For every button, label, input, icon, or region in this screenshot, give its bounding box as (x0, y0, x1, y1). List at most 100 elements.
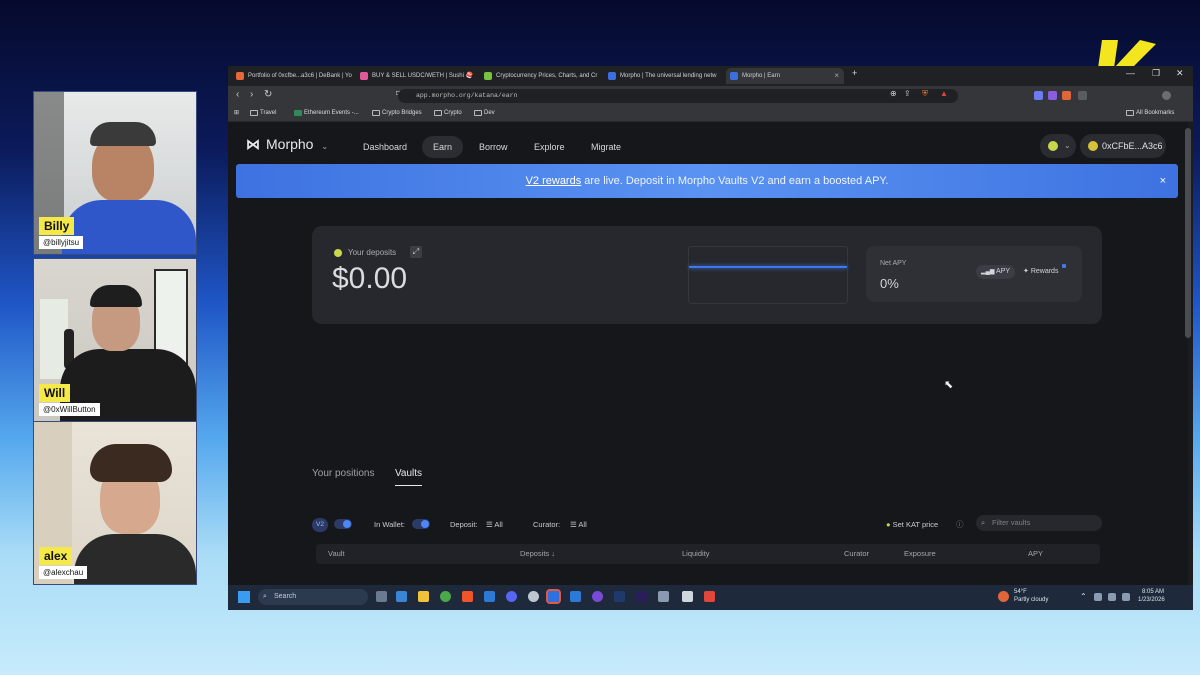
close-icon[interactable]: × (1160, 164, 1166, 198)
url-bar[interactable]: app.morpho.org/katana/earn (398, 89, 958, 103)
v2-rewards-link[interactable]: V2 rewards (526, 175, 582, 187)
katana-icon: ● (886, 520, 891, 529)
extension-icon[interactable] (1078, 91, 1087, 100)
taskbar-search[interactable]: ⌕ Search (258, 589, 368, 605)
close-window-button[interactable]: ✕ (1176, 68, 1184, 79)
folder-icon (1126, 110, 1134, 116)
tab-vaults[interactable]: Vaults (395, 468, 423, 486)
browser-tab[interactable]: BUY & SELL USDC/WETH | Sushi 🍣 (356, 68, 478, 84)
set-kat-price-label: Set KAT price (892, 520, 939, 529)
rewards-triangle-icon[interactable]: ▲ (940, 89, 948, 98)
extension-icon[interactable] (1062, 91, 1071, 100)
browser-tab[interactable]: Cryptocurrency Prices, Charts, and Cr (480, 68, 602, 84)
column-curator[interactable]: Curator (844, 549, 869, 558)
nav-earn[interactable]: Earn (422, 136, 464, 158)
extension-icon[interactable] (1048, 91, 1057, 100)
participant-tile-will: Will @0xWillButton (33, 258, 197, 422)
vscode-icon[interactable] (570, 591, 581, 602)
forward-icon[interactable]: › (250, 89, 253, 100)
expand-icon[interactable]: ⤢ (410, 246, 422, 258)
apy-toggle-button[interactable]: ▂▄▆ APY (976, 265, 1016, 279)
tab-label: Morpho | Earn (742, 73, 780, 79)
nav-explore[interactable]: Explore (534, 136, 565, 158)
deposits-card: Your deposits ⤢ $0.00 Net APY 0% ▂▄▆ APY… (312, 226, 1102, 324)
close-tab-icon[interactable]: × (834, 68, 839, 84)
bookmark-folder[interactable]: Travel (250, 108, 276, 119)
share-icon[interactable]: ⇪ (904, 89, 911, 98)
in-wallet-toggle[interactable] (412, 519, 430, 529)
clock-time: 8:05 AM (1142, 589, 1165, 595)
scrollbar[interactable] (1185, 128, 1191, 338)
apps-icon[interactable]: ⊞ (234, 108, 239, 119)
brave-icon[interactable] (462, 591, 473, 602)
maximize-button[interactable]: ❐ (1152, 68, 1160, 79)
reload-icon[interactable]: ↻ (264, 89, 272, 100)
rewards-toggle-button[interactable]: ✦ Rewards (1018, 265, 1063, 279)
deposit-filter[interactable]: ☰ All (486, 518, 503, 532)
chrome-icon[interactable] (440, 591, 451, 602)
nav-dashboard[interactable]: Dashboard (363, 136, 407, 158)
browser-tab[interactable]: Morpho | The universal lending netw (604, 68, 726, 84)
task-view-icon[interactable] (376, 591, 387, 602)
rewards-indicator-dot (1062, 264, 1066, 268)
app-icon[interactable] (704, 591, 715, 602)
mail-icon[interactable] (484, 591, 495, 602)
app-icon[interactable] (528, 591, 539, 602)
bookmark-link[interactable]: Ethereum Events -... (294, 108, 359, 119)
set-kat-price-button[interactable]: ● Set KAT price (886, 518, 938, 532)
brand-logo[interactable]: ⋈ Morpho ⌄ (246, 136, 328, 153)
premiere-icon[interactable] (636, 591, 647, 602)
site-icon (294, 110, 302, 116)
all-bookmarks[interactable]: All Bookmarks (1126, 108, 1174, 119)
minimize-button[interactable]: — (1126, 68, 1135, 78)
deposit-filter-label: Deposit: (450, 520, 478, 529)
browser-tab[interactable]: Portfolio of 0xcfbe...a3c6 | DeBank | Yo (232, 68, 354, 84)
search-icon: ⌕ (263, 593, 267, 600)
banner-text: are live. Deposit in Morpho Vaults V2 an… (581, 175, 889, 187)
nav-borrow[interactable]: Borrow (479, 136, 508, 158)
windows-start-icon[interactable] (238, 591, 250, 603)
app-icon[interactable] (658, 591, 669, 602)
new-tab-button[interactable]: + (852, 68, 857, 78)
zoom-icon[interactable]: ⊕ (890, 89, 897, 98)
network-selector[interactable]: ⌄ (1040, 134, 1076, 158)
tab-your-positions[interactable]: Your positions (312, 468, 374, 479)
active-app-icon[interactable] (546, 589, 561, 604)
column-vault[interactable]: Vault (328, 549, 345, 558)
photoshop-icon[interactable] (614, 591, 625, 602)
widgets-icon[interactable] (396, 591, 407, 602)
filter-vaults-input[interactable]: ⌕ Filter vaults (976, 515, 1102, 531)
speaker-icon[interactable] (1122, 593, 1130, 601)
column-deposits[interactable]: Deposits ↓ (520, 549, 555, 558)
curator-filter[interactable]: ☰ All (570, 518, 587, 532)
nav-migrate[interactable]: Migrate (591, 136, 621, 158)
help-icon[interactable]: ⓘ (956, 518, 964, 532)
bookmark-folder[interactable]: Crypto (434, 108, 462, 119)
profile-icon[interactable] (1162, 91, 1171, 100)
favicon-icon (484, 72, 492, 80)
chevron-up-icon[interactable]: ⌃ (1080, 592, 1087, 601)
extension-icon[interactable] (1034, 91, 1043, 100)
column-exposure[interactable]: Exposure (904, 549, 936, 558)
search-icon: ⌕ (981, 518, 986, 527)
bookmark-label: Crypto Bridges (382, 110, 422, 116)
wallet-button[interactable]: 0xCFbE...A3c6 (1080, 134, 1166, 158)
bookmark-folder[interactable]: Dev (474, 108, 495, 119)
back-icon[interactable]: ‹ (236, 89, 239, 100)
file-explorer-icon[interactable] (418, 591, 429, 602)
tray-icon[interactable] (1094, 593, 1102, 601)
v2-toggle[interactable] (334, 519, 352, 529)
brave-shield-icon[interactable]: ⛨ (922, 89, 928, 99)
windows-taskbar: ⌕ Search 54°F Partly cloudy ⌃ 8:05 AM 1/… (228, 585, 1193, 610)
v2-badge[interactable]: V2 (312, 518, 328, 532)
column-apy[interactable]: APY (1028, 549, 1043, 558)
taskbar-search-label: Search (274, 593, 297, 600)
toggle-knob (421, 520, 429, 528)
column-liquidity[interactable]: Liquidity (682, 549, 710, 558)
bookmark-folder[interactable]: Crypto Bridges (372, 108, 422, 119)
app-icon[interactable] (682, 591, 693, 602)
discord-icon[interactable] (506, 591, 517, 602)
wifi-icon[interactable] (1108, 593, 1116, 601)
app-icon[interactable] (592, 591, 603, 602)
browser-tab-active[interactable]: Morpho | Earn × (726, 68, 844, 84)
